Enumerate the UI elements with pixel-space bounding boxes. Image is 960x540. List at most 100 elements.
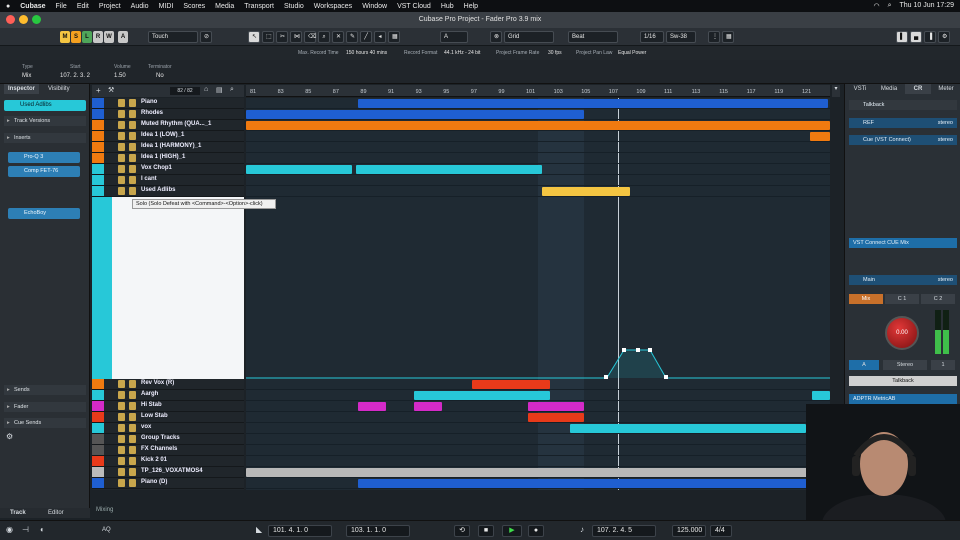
mix-button[interactable]: Mix	[849, 294, 883, 304]
track-row[interactable]: Piano	[92, 98, 244, 109]
track-row[interactable]: Idea 1 (HARMONY)_1	[92, 142, 244, 153]
audio-event[interactable]	[358, 402, 386, 411]
ruler-bar-103[interactable]: 103	[554, 89, 563, 95]
insert-pro-q3[interactable]: Pro-Q 3	[8, 152, 80, 163]
metronome-icon[interactable]: ◐	[40, 525, 45, 534]
track-name[interactable]: Idea 1 (HARMONY)_1	[141, 143, 201, 149]
track-solo-button[interactable]	[129, 132, 136, 140]
ruler-bar-115[interactable]: 115	[719, 89, 728, 95]
color-tool-icon[interactable]: ▦	[388, 31, 400, 43]
track-name[interactable]: Idea 1 (HIGH)_1	[141, 154, 185, 160]
ruler-bar-85[interactable]: 85	[305, 89, 311, 95]
split-tool-icon[interactable]: ✂	[276, 31, 288, 43]
menu-transport[interactable]: Transport	[244, 3, 274, 10]
track-solo-button[interactable]	[129, 479, 136, 487]
tab-meter[interactable]: Meter	[933, 84, 959, 94]
solo-button[interactable]: S	[71, 31, 81, 43]
track-solo-button[interactable]	[129, 391, 136, 399]
audio-event[interactable]	[542, 187, 630, 196]
ruler-bar-97[interactable]: 97	[471, 89, 477, 95]
track-name[interactable]: Muted Rhythm (QUA..._1	[141, 121, 211, 127]
track-row[interactable]: Used Adlibs	[92, 186, 244, 197]
track-row[interactable]: Rhodes	[92, 109, 244, 120]
ruler-bar-81[interactable]: 81	[250, 89, 256, 95]
track-mute-button[interactable]	[118, 380, 125, 388]
track-mute-button[interactable]	[118, 132, 125, 140]
menu-help[interactable]: Help	[464, 3, 478, 10]
search-icon[interactable]: ⌕	[888, 2, 892, 10]
apple-icon[interactable]: ●	[6, 3, 10, 10]
gear-icon[interactable]: ⚙	[6, 432, 18, 442]
marker-select[interactable]: A	[440, 31, 468, 43]
adptr-row[interactable]: ADPTR MetricAB	[849, 394, 957, 404]
track-solo-button[interactable]	[129, 187, 136, 195]
rec-time-value[interactable]: 150 hours 40 mins	[346, 50, 387, 56]
track-mute-button[interactable]	[118, 187, 125, 195]
audio-event[interactable]	[528, 413, 584, 422]
track-mute-button[interactable]	[118, 110, 125, 118]
visibility-icon[interactable]: ▤	[216, 86, 223, 94]
track-solo-button[interactable]	[129, 435, 136, 443]
search-icon[interactable]: ⌕	[230, 86, 234, 94]
track-mute-button[interactable]	[118, 446, 125, 454]
track-solo-button[interactable]	[129, 99, 136, 107]
erase-tool-icon[interactable]: ⌫	[304, 31, 316, 43]
track-mute-button[interactable]	[118, 413, 125, 421]
menu-media[interactable]: Media	[215, 3, 234, 10]
audio-event[interactable]	[246, 121, 830, 130]
a-button[interactable]: A	[118, 31, 128, 43]
automation-mode-select[interactable]: Touch	[148, 31, 198, 43]
track-row[interactable]: Idea 1 (LOW)_1	[92, 131, 244, 142]
app-menu[interactable]: Cubase	[20, 3, 45, 10]
track-lane[interactable]	[246, 186, 830, 197]
ruler-bar-101[interactable]: 101	[526, 89, 535, 95]
audio-event[interactable]	[810, 132, 830, 141]
settings-icon[interactable]: ⚙	[938, 31, 950, 43]
stereo-button[interactable]: Stereo	[883, 360, 927, 370]
audio-event[interactable]	[414, 402, 442, 411]
swing-select[interactable]: Sw-38	[666, 31, 696, 43]
volume-value[interactable]: 1.50	[114, 73, 126, 79]
ruler-bar-89[interactable]: 89	[360, 89, 366, 95]
track-mute-button[interactable]	[118, 457, 125, 465]
add-track-icon[interactable]: +	[96, 86, 101, 95]
tab-editor[interactable]: Editor	[48, 510, 64, 516]
audio-event[interactable]	[570, 424, 806, 433]
play-button-icon[interactable]: ▶	[502, 525, 522, 537]
track-row[interactable]: Aargh	[92, 390, 244, 401]
track-row[interactable]: Hi Stab	[92, 401, 244, 412]
mute-button[interactable]: M	[60, 31, 70, 43]
track-name[interactable]: Vox Chop1	[141, 165, 172, 171]
track-lane[interactable]	[246, 142, 830, 153]
track-name[interactable]: Kick 2 01	[141, 457, 167, 463]
cue-mix-row[interactable]: VST Connect CUE Mix	[849, 238, 957, 248]
cue-row[interactable]: Cue (VST Connect) stereo	[849, 135, 957, 145]
ruler-bar-121[interactable]: 121	[802, 89, 811, 95]
cycle-button-icon[interactable]: ⟲	[454, 525, 470, 537]
menu-workspaces[interactable]: Workspaces	[314, 3, 352, 10]
zoom-tool-icon[interactable]: ⌕	[318, 31, 330, 43]
menu-hub[interactable]: Hub	[441, 3, 454, 10]
track-row[interactable]: Muted Rhythm (QUA..._1	[92, 120, 244, 131]
audio-event[interactable]	[812, 391, 830, 400]
track-lane[interactable]	[246, 131, 830, 142]
project-window[interactable]	[246, 98, 830, 490]
audio-event[interactable]	[472, 380, 550, 389]
menu-project[interactable]: Project	[99, 3, 121, 10]
start-value[interactable]: 107. 2. 3. 2	[60, 73, 90, 79]
rec-format-value[interactable]: 44.1 kHz - 24 bit	[444, 50, 480, 56]
track-solo-button[interactable]	[129, 143, 136, 151]
ruler-bar-99[interactable]: 99	[498, 89, 504, 95]
track-mute-button[interactable]	[118, 402, 125, 410]
line-tool-icon[interactable]: ╱	[360, 31, 372, 43]
track-lane[interactable]	[246, 175, 830, 186]
mixing-label[interactable]: Mixing	[96, 507, 113, 513]
track-name[interactable]: Low Stab	[141, 413, 168, 419]
track-lane[interactable]	[246, 434, 830, 445]
track-row[interactable]: I cant	[92, 175, 244, 186]
main-row[interactable]: Main stereo	[849, 275, 957, 285]
track-mute-button[interactable]	[118, 143, 125, 151]
ruler-bar-93[interactable]: 93	[416, 89, 422, 95]
track-mute-button[interactable]	[118, 121, 125, 129]
track-solo-button[interactable]	[129, 165, 136, 173]
